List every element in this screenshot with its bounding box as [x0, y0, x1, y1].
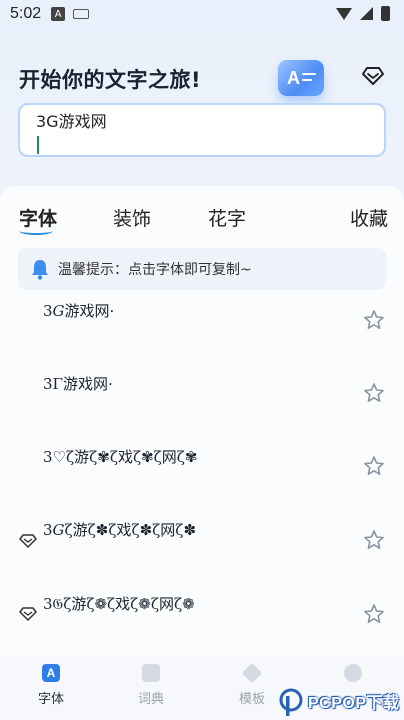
- nav-dictionary-label: 词典: [137, 692, 164, 707]
- text-cursor: [37, 136, 39, 154]
- tab-favorites[interactable]: 收藏: [350, 204, 388, 231]
- vip-diamond-button[interactable]: [360, 64, 386, 88]
- favorite-star-icon[interactable]: [363, 529, 385, 551]
- nav-template-label: 模板: [238, 692, 265, 707]
- logo-lines-icon: [302, 73, 316, 85]
- category-tabs: 字体 装饰 花字 收藏: [0, 204, 404, 240]
- font-style-item[interactable]: 3Γ游戏网·: [0, 373, 404, 433]
- logo-card: A: [278, 60, 324, 96]
- diamond-icon: [362, 67, 384, 85]
- font-style-preview[interactable]: 3𝔊ζ游ζ❁ζ戏ζ❁ζ网ζ❁: [43, 593, 195, 614]
- page-title: 开始你的文字之旅!: [19, 68, 202, 92]
- wifi-icon: [336, 7, 352, 20]
- font-style-preview[interactable]: 3𝐺游戏网·: [43, 300, 114, 321]
- nav-template[interactable]: 模板: [222, 662, 282, 707]
- font-style-item[interactable]: 3𝐺ζ游ζ✽ζ戏ζ✽ζ网ζ✽: [0, 519, 404, 579]
- font-style-item[interactable]: 3𝔊ζ游ζ❁ζ戏ζ❁ζ网ζ❁: [0, 593, 404, 653]
- font-style-item[interactable]: 3♡ζ游ζ✾ζ戏ζ✾ζ网ζ✾: [0, 446, 404, 506]
- nav-font[interactable]: A 字体: [21, 664, 81, 707]
- dictionary-icon: [142, 664, 160, 682]
- text-input[interactable]: 3G游戏网: [18, 103, 386, 157]
- template-cube-icon: [241, 662, 263, 684]
- vip-diamond-icon: [19, 534, 37, 548]
- favorite-star-icon[interactable]: [363, 603, 385, 625]
- status-time: 5:02: [10, 5, 42, 22]
- active-tab-indicator: [19, 227, 53, 235]
- nav-font-label: 字体: [37, 692, 64, 707]
- favorite-star-icon[interactable]: [363, 309, 385, 331]
- pcpop-watermark: PCPOP下载: [278, 682, 404, 720]
- battery-icon: [381, 6, 390, 21]
- font-style-preview[interactable]: 3Γ游戏网·: [43, 373, 113, 394]
- tip-banner: 温馨提示：点击字体即可复制~: [18, 248, 386, 290]
- bell-icon: [30, 258, 50, 280]
- watermark-brand: PCPOP下载: [308, 695, 400, 712]
- favorite-star-icon[interactable]: [363, 455, 385, 477]
- keyboard-icon: [73, 9, 90, 19]
- logo-letter: A: [287, 67, 300, 88]
- profile-icon: [344, 664, 362, 682]
- status-bar: 5:02 A: [0, 0, 404, 28]
- signal-icon: [360, 7, 373, 20]
- tip-text: 温馨提示：点击字体即可复制~: [58, 262, 252, 278]
- font-style-preview[interactable]: 3𝐺ζ游ζ✽ζ戏ζ✽ζ网ζ✽: [43, 519, 196, 540]
- nav-dictionary[interactable]: 词典: [121, 664, 181, 707]
- pcpop-logo-icon: [278, 688, 304, 716]
- favorite-star-icon[interactable]: [363, 382, 385, 404]
- font-a-icon: A: [42, 664, 60, 682]
- app-logo: A: [270, 58, 332, 102]
- tab-fancy-text[interactable]: 花字: [208, 204, 246, 231]
- text-input-value[interactable]: 3G游戏网: [36, 111, 368, 133]
- status-indicators: [336, 6, 390, 21]
- tab-decoration[interactable]: 装饰: [113, 204, 151, 231]
- vip-diamond-icon: [19, 607, 37, 621]
- app-notification-icon: A: [51, 7, 66, 21]
- font-style-preview[interactable]: 3♡ζ游ζ✾ζ戏ζ✾ζ网ζ✾: [43, 446, 197, 467]
- font-style-item[interactable]: 3𝐺游戏网·: [0, 300, 404, 360]
